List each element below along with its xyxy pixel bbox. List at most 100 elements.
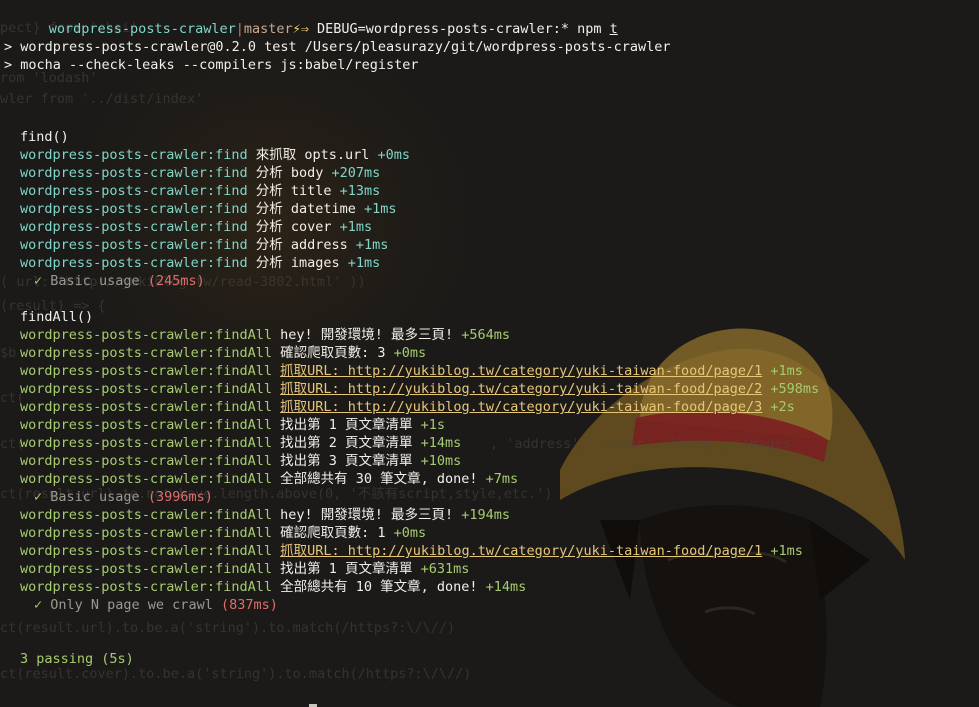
ghost-line: ct(result.url).to.be.a('string').to.matc… xyxy=(0,620,456,636)
log-timing: +0ms xyxy=(377,147,410,163)
prompt-directory: wordpress-posts-crawler xyxy=(48,21,236,37)
log-timing: +194ms xyxy=(461,507,511,523)
log-message: 全部總共有 30 筆文章, done! xyxy=(271,471,486,487)
debug-log-line: wordpress-posts-crawler:findAll 全部總共有 10… xyxy=(20,578,526,596)
debug-log-line: wordpress-posts-crawler:findAll 抓取URL: h… xyxy=(20,380,819,398)
log-url-link[interactable]: 抓取URL: http://yukiblog.tw/category/yuki-… xyxy=(280,543,762,559)
log-namespace: wordpress-posts-crawler:findAll xyxy=(20,435,272,451)
log-url-link[interactable]: 抓取URL: http://yukiblog.tw/category/yuki-… xyxy=(280,381,762,397)
log-message: 找出第 3 頁文章清單 xyxy=(271,453,421,469)
log-namespace: wordpress-posts-crawler:findAll xyxy=(20,579,272,595)
ghost-line: ct(result.cover).to.be.a('string').to.ma… xyxy=(0,666,472,682)
log-message: 分析 images xyxy=(247,255,348,271)
log-namespace: wordpress-posts-crawler:find xyxy=(20,219,248,235)
log-namespace: wordpress-posts-crawler:findAll xyxy=(20,345,272,361)
log-namespace: wordpress-posts-crawler:findAll xyxy=(20,561,272,577)
test-duration: (245ms) xyxy=(147,273,205,289)
test-pass-line: ✓ Basic usage (245ms) xyxy=(34,272,205,290)
log-timing: +1ms xyxy=(347,255,381,271)
log-timing: +1ms xyxy=(339,219,373,235)
log-namespace: wordpress-posts-crawler:findAll xyxy=(20,399,272,415)
log-timing: +14ms xyxy=(420,435,462,451)
ghost-line: $b xyxy=(0,345,17,361)
log-namespace: wordpress-posts-crawler:find xyxy=(20,183,248,199)
log-message: 全部總共有 10 筆文章, done! xyxy=(271,579,486,595)
debug-log-line: wordpress-posts-crawler:find 分析 address … xyxy=(20,236,388,254)
test-pass-line: ✓ Only N page we crawl (837ms) xyxy=(34,596,278,614)
log-url-link[interactable]: 抓取URL: http://yukiblog.tw/category/yuki-… xyxy=(280,399,762,415)
log-namespace: wordpress-posts-crawler:find xyxy=(20,201,248,217)
log-namespace: wordpress-posts-crawler:find xyxy=(20,147,248,163)
terminal-window[interactable]: pect} from 'chai' rom 'lodash' wler from… xyxy=(0,0,979,707)
log-namespace: wordpress-posts-crawler:findAll xyxy=(20,525,272,541)
log-timing: +2s xyxy=(770,399,795,415)
checkmark-icon: ✓ xyxy=(34,597,43,613)
test-summary: 3 passing (5s) xyxy=(20,651,134,667)
debug-log-line: wordpress-posts-crawler:find 來抓取 opts.ur… xyxy=(20,146,410,164)
log-message: hey! 開發環境! 最多三頁! xyxy=(271,507,462,523)
log-timing: +1ms xyxy=(363,201,397,217)
log-message: 分析 body xyxy=(247,165,332,181)
shell-prompt: wordpress-posts-crawler|master⚡⇒ DEBUG=w… xyxy=(0,2,618,37)
log-timing: +13ms xyxy=(339,183,381,199)
debug-log-line: wordpress-posts-crawler:findAll hey! 開發環… xyxy=(20,326,510,344)
log-timing: +564ms xyxy=(461,327,511,343)
log-namespace: wordpress-posts-crawler:findAll xyxy=(20,363,272,379)
log-message: 來抓取 opts.url xyxy=(247,147,378,163)
debug-log-line: wordpress-posts-crawler:findAll 確認爬取頁數: … xyxy=(20,524,426,542)
log-namespace: wordpress-posts-crawler:find xyxy=(20,165,248,181)
npm-output-line: > wordpress-posts-crawler@0.2.0 test /Us… xyxy=(4,39,671,55)
debug-log-line: wordpress-posts-crawler:findAll 找出第 1 頁文… xyxy=(20,416,445,434)
debug-log-line: wordpress-posts-crawler:find 分析 datetime… xyxy=(20,200,397,218)
debug-log-line: wordpress-posts-crawler:findAll 找出第 3 頁文… xyxy=(20,452,461,470)
test-duration: (3996ms) xyxy=(147,489,213,505)
test-name: Basic usage xyxy=(42,273,148,289)
prompt-command-tail: t xyxy=(609,21,618,37)
debug-log-line: wordpress-posts-crawler:find 分析 body +20… xyxy=(20,164,380,182)
test-duration: (837ms) xyxy=(220,597,278,613)
test-name: Basic usage xyxy=(42,489,148,505)
log-timing: +7ms xyxy=(485,471,519,487)
log-namespace: wordpress-posts-crawler:findAll xyxy=(20,471,272,487)
debug-log-line: wordpress-posts-crawler:findAll 確認爬取頁數: … xyxy=(20,344,426,362)
debug-log-line: wordpress-posts-crawler:find 分析 cover +1… xyxy=(20,218,372,236)
debug-log-line: wordpress-posts-crawler:find 分析 images +… xyxy=(20,254,380,272)
log-timing: +0ms xyxy=(393,525,427,541)
log-timing: +1ms xyxy=(770,363,803,379)
prompt-separator: | xyxy=(235,21,244,37)
debug-log-line: wordpress-posts-crawler:find 分析 title +1… xyxy=(20,182,380,200)
debug-log-line: wordpress-posts-crawler:findAll 找出第 1 頁文… xyxy=(20,560,469,578)
log-namespace: wordpress-posts-crawler:find xyxy=(20,237,248,253)
test-pass-line: ✓ Basic usage (3996ms) xyxy=(34,488,213,506)
prompt-branch: master xyxy=(243,21,293,37)
checkmark-icon: ✓ xyxy=(34,489,43,505)
log-namespace: wordpress-posts-crawler:findAll xyxy=(20,327,272,343)
log-message: 找出第 2 頁文章清單 xyxy=(271,435,421,451)
log-timing: +1s xyxy=(420,417,445,433)
debug-log-line: wordpress-posts-crawler:findAll 全部總共有 30… xyxy=(20,470,518,488)
checkmark-icon: ✓ xyxy=(34,273,43,289)
log-timing: +631ms xyxy=(420,561,470,577)
log-namespace: wordpress-posts-crawler:findAll xyxy=(20,507,272,523)
log-message: 確認爬取頁數: 1 xyxy=(271,525,394,541)
log-url-link[interactable]: 抓取URL: http://yukiblog.tw/category/yuki-… xyxy=(280,363,762,379)
log-timing: +1ms xyxy=(355,237,389,253)
suite-title: find() xyxy=(20,129,69,145)
log-message: 分析 address xyxy=(247,237,356,253)
prompt-command: DEBUG=wordpress-posts-crawler:* npm xyxy=(308,21,610,37)
test-name: Only N page we crawl xyxy=(42,597,221,613)
log-namespace: wordpress-posts-crawler:findAll xyxy=(20,543,272,559)
log-namespace: wordpress-posts-crawler:findAll xyxy=(20,453,272,469)
log-message: 確認爬取頁數: 3 xyxy=(271,345,394,361)
log-timing: +598ms xyxy=(770,381,820,397)
suite-title: findAll() xyxy=(20,309,94,325)
log-message: 找出第 1 頁文章清單 xyxy=(271,417,421,433)
log-timing: +1ms xyxy=(770,543,803,559)
prompt-bolt-icon: ⚡⇒ xyxy=(292,21,309,37)
npm-output-line: > mocha --check-leaks --compilers js:bab… xyxy=(4,57,419,73)
debug-log-line: wordpress-posts-crawler:findAll 抓取URL: h… xyxy=(20,398,795,416)
shell-prompt-active[interactable]: wordpress-posts-crawler|master⚡⇒ xyxy=(0,686,317,707)
log-timing: +10ms xyxy=(420,453,462,469)
log-message: 分析 datetime xyxy=(247,201,364,217)
log-timing: +207ms xyxy=(331,165,381,181)
